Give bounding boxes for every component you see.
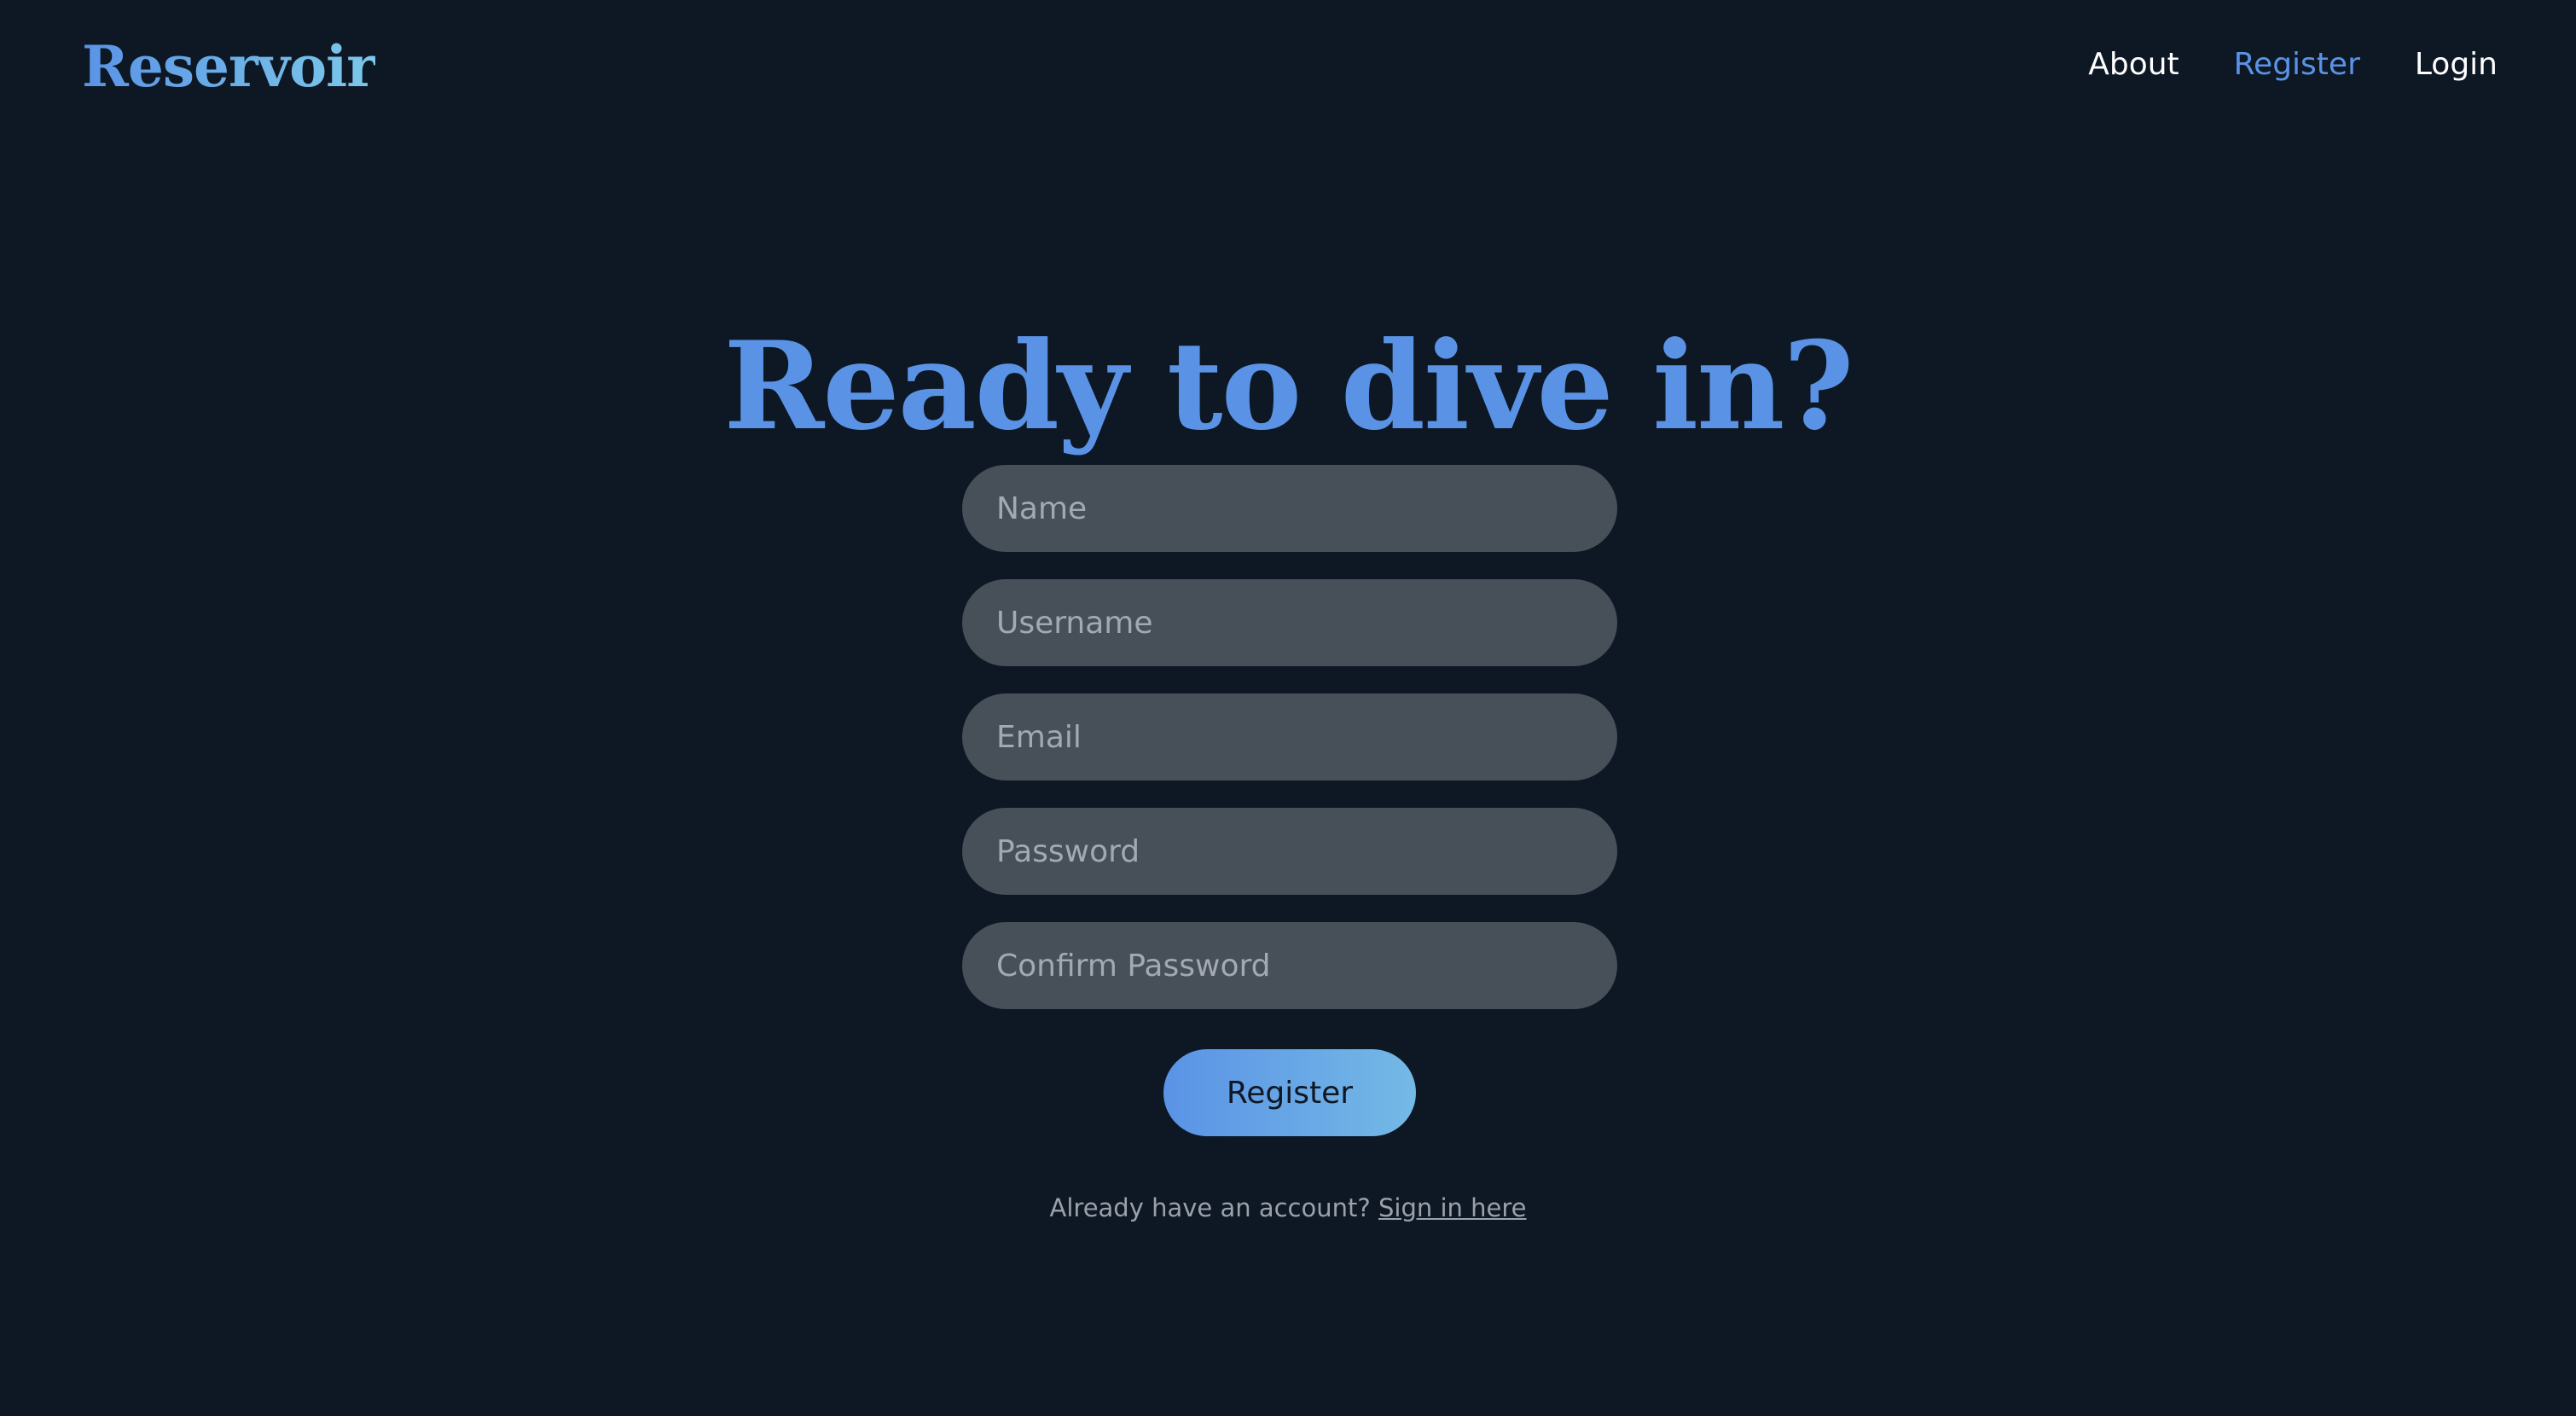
register-button[interactable]: Register xyxy=(1163,1049,1416,1136)
main-nav: About Register Login xyxy=(2088,41,2498,89)
nav-about-link[interactable]: About xyxy=(2088,41,2179,89)
register-page: Reservoir About Register Login Ready to … xyxy=(0,0,2576,1416)
reservoir-logo[interactable]: Reservoir xyxy=(82,31,376,102)
nav-login-link[interactable]: Login xyxy=(2415,41,2498,89)
name-field[interactable] xyxy=(962,465,1617,552)
password-field[interactable] xyxy=(962,808,1617,895)
confirm-password-field[interactable] xyxy=(962,922,1617,1009)
register-form xyxy=(962,465,1617,1036)
nav-register-link[interactable]: Register xyxy=(2234,41,2360,89)
username-field[interactable] xyxy=(962,579,1617,666)
email-field[interactable] xyxy=(962,693,1617,781)
signin-prompt: Already have an account? Sign in here xyxy=(0,1191,2576,1225)
top-header: Reservoir About Register Login xyxy=(0,0,2576,136)
signin-prompt-text: Already have an account? xyxy=(1049,1193,1378,1222)
sign-in-link[interactable]: Sign in here xyxy=(1378,1193,1526,1222)
page-headline: Ready to dive in? xyxy=(723,316,1854,458)
